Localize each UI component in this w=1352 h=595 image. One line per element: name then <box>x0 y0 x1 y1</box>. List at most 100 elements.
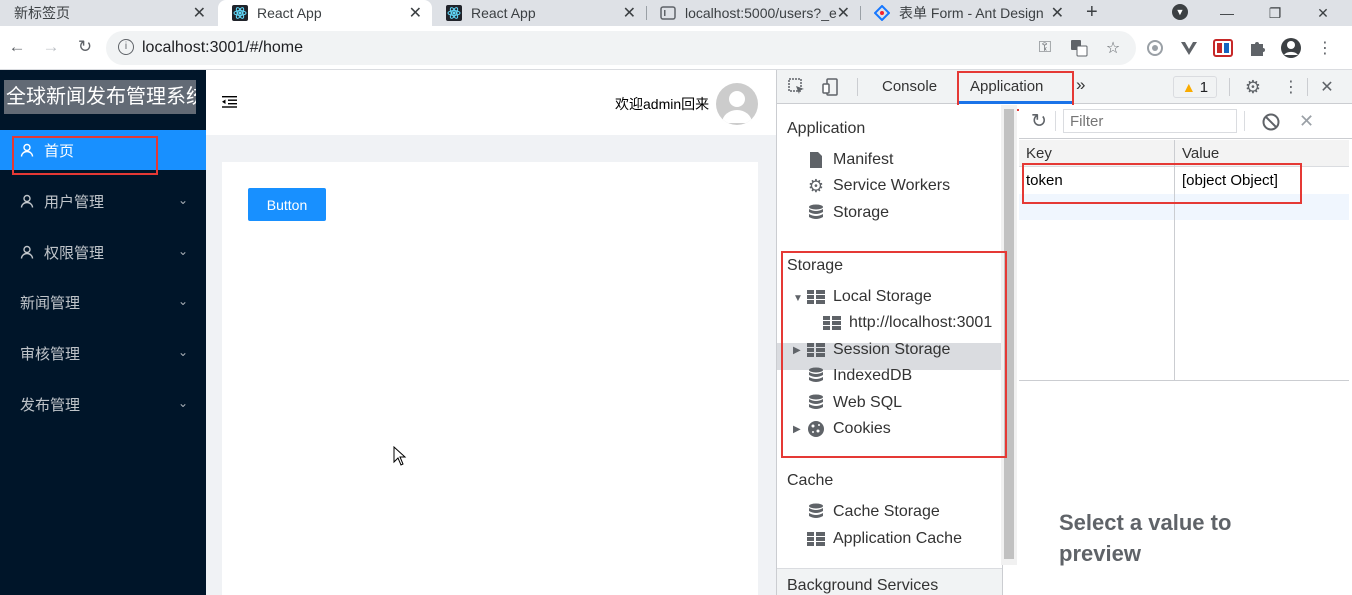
menu-item-label: 新闻管理 <box>20 294 81 312</box>
tree-item-manifest[interactable]: Manifest <box>807 151 893 169</box>
page-favicon-icon <box>660 5 676 21</box>
forward-arrow-icon[interactable]: → <box>40 36 62 58</box>
home-content-card: Button <box>222 162 758 595</box>
browser-toolbar: ← → ↻ i localhost:3001/#/home ⚿ ☆ ⋮ <box>0 26 1352 70</box>
reload-icon[interactable]: ↻ <box>74 36 96 58</box>
mouse-cursor-icon <box>393 445 407 469</box>
menu-item-audit-management[interactable]: 审核管理 ⌄ <box>0 333 206 373</box>
profile-avatar-icon[interactable] <box>1280 37 1302 59</box>
section-header-background: Background Services <box>777 568 1002 595</box>
refresh-icon[interactable]: ↻ <box>1031 110 1047 133</box>
tree-item-label: Storage <box>833 204 890 221</box>
tree-item-cache-storage[interactable]: Cache Storage <box>807 503 940 521</box>
new-tab-plus-icon[interactable]: + <box>1086 1 1098 24</box>
minimize-icon[interactable]: — <box>1204 0 1250 26</box>
browser-menu-icon[interactable]: ⋮ <box>1314 37 1336 59</box>
tab-search-icon[interactable]: ▼ <box>1172 4 1188 20</box>
extension-gear-icon[interactable] <box>1144 37 1166 59</box>
window-close-icon[interactable]: ✕ <box>1300 0 1346 26</box>
warnings-counter[interactable]: ▲ 1 <box>1173 76 1217 98</box>
chevron-down-icon: ⌄ <box>177 193 188 207</box>
browser-tab-react-app-active[interactable]: React App ✕ <box>218 0 432 26</box>
highlight-box-storage-section <box>781 251 1007 458</box>
gear-icon: ⚙ <box>807 175 825 196</box>
tab-title: React App <box>471 5 536 21</box>
chevron-down-icon: ⌄ <box>177 345 188 359</box>
close-devtools-icon[interactable]: ✕ <box>1317 77 1337 97</box>
database-icon <box>807 204 825 222</box>
table-grid-icon <box>807 530 825 548</box>
section-header-cache: Cache <box>787 472 834 489</box>
devtools-menu-icon[interactable]: ⋮ <box>1281 77 1301 97</box>
ant-design-favicon-icon <box>874 5 890 21</box>
menu-item-publish-management[interactable]: 发布管理 ⌄ <box>0 384 206 424</box>
tab-title: 新标签页 <box>14 5 70 21</box>
browser-tab-strip: 新标签页 ✕ React App ✕ React App ✕ localhost… <box>0 0 1352 26</box>
translate-icon[interactable] <box>1068 37 1090 59</box>
more-tabs-chevron-icon[interactable]: » <box>1076 75 1085 95</box>
menu-item-label: 用户管理 <box>44 193 105 211</box>
address-bar[interactable]: i localhost:3001/#/home <box>106 31 1136 65</box>
menu-item-permission-management[interactable]: 权限管理 ⌄ <box>0 232 206 272</box>
devtools-panel: Console Application » ▲ 1 ⚙ ⋮ ✕ Applicat… <box>776 70 1352 595</box>
tab-console[interactable]: Console <box>882 78 937 95</box>
tree-item-storage-overview[interactable]: Storage <box>807 204 889 222</box>
user-icon <box>20 245 34 259</box>
extensions-puzzle-icon[interactable] <box>1246 37 1268 59</box>
tab-close-icon[interactable]: ✕ <box>193 3 206 23</box>
browser-tab-new[interactable]: 新标签页 ✕ <box>0 0 216 26</box>
tree-item-label: Application Cache <box>833 530 962 547</box>
bookmark-star-icon[interactable]: ☆ <box>1102 37 1124 59</box>
tree-item-label: Cache Storage <box>833 503 940 520</box>
vue-devtools-icon[interactable] <box>1178 37 1200 59</box>
browser-tab-localhost-users[interactable]: localhost:5000/users?_e ✕ <box>646 0 860 26</box>
browser-tab-antd-form[interactable]: 表单 Form - Ant Design ✕ <box>860 0 1074 26</box>
tab-close-icon[interactable]: ✕ <box>837 3 850 23</box>
column-header-key[interactable]: Key <box>1026 145 1052 162</box>
chevron-down-icon: ⌄ <box>177 294 188 308</box>
user-icon <box>20 194 34 208</box>
tab-close-icon[interactable]: ✕ <box>1051 3 1064 23</box>
menu-item-label: 权限管理 <box>44 244 105 262</box>
highlight-box-home <box>12 136 158 175</box>
primary-button[interactable]: Button <box>248 188 326 221</box>
menu-item-news-management[interactable]: 新闻管理 ⌄ <box>0 282 206 322</box>
storage-detail-pane: ↻ ✕ Key Value token [object Object] Sele… <box>1019 105 1352 595</box>
tab-title: 表单 Form - Ant Design <box>899 5 1044 21</box>
tab-title: React App <box>257 5 322 21</box>
restore-icon[interactable]: ❐ <box>1252 0 1298 26</box>
column-header-value[interactable]: Value <box>1182 145 1219 162</box>
menu-item-label: 审核管理 <box>20 345 81 363</box>
device-toolbar-icon[interactable] <box>821 77 841 97</box>
react-favicon-icon <box>446 5 462 21</box>
menu-item-user-management[interactable]: 用户管理 ⌄ <box>0 181 206 221</box>
react-favicon-icon <box>232 5 248 21</box>
tree-item-application-cache[interactable]: Application Cache <box>807 530 962 548</box>
warning-count: 1 <box>1199 78 1209 96</box>
clear-all-icon[interactable] <box>1262 113 1280 134</box>
app-header: 欢迎admin回来 <box>206 70 776 135</box>
fe-extension-icon[interactable] <box>1212 37 1234 59</box>
site-info-icon[interactable]: i <box>118 39 134 55</box>
avatar[interactable] <box>716 83 758 125</box>
tree-item-label: Service Workers <box>833 177 951 194</box>
highlight-box-token-row <box>1022 163 1302 204</box>
key-icon[interactable]: ⚿ <box>1034 37 1056 59</box>
welcome-text: 欢迎admin回来 <box>615 96 710 112</box>
browser-tab-react-app[interactable]: React App ✕ <box>432 0 646 26</box>
delete-selected-icon[interactable]: ✕ <box>1299 111 1314 132</box>
menu-item-label: 发布管理 <box>20 396 81 414</box>
filter-input[interactable] <box>1063 109 1237 133</box>
inspect-element-icon[interactable] <box>787 77 807 97</box>
file-icon <box>807 151 825 169</box>
settings-gear-icon[interactable]: ⚙ <box>1243 77 1263 97</box>
tree-item-service-workers[interactable]: ⚙ Service Workers <box>807 175 951 196</box>
url-text: localhost:3001/#/home <box>142 39 303 56</box>
warning-icon: ▲ <box>1181 79 1196 95</box>
section-header-background-services: Background Services <box>787 577 939 594</box>
tab-close-icon[interactable]: ✕ <box>409 3 422 23</box>
tab-close-icon[interactable]: ✕ <box>623 3 636 23</box>
back-arrow-icon[interactable]: ← <box>6 36 28 58</box>
menu-fold-icon[interactable] <box>222 95 237 111</box>
section-header-application: Application <box>787 120 866 137</box>
